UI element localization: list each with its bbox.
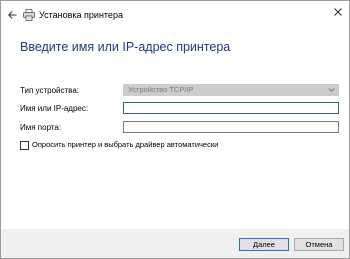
hostname-input[interactable] [123, 102, 339, 114]
footer-bar: Далее Отмена [1, 229, 349, 258]
back-arrow-icon [7, 11, 16, 19]
chevron-down-icon [328, 88, 335, 92]
page-heading: Введите имя или IP-адрес принтера [20, 40, 231, 54]
device-type-label: Тип устройства: [20, 86, 79, 95]
window-title: Установка принтера [39, 10, 123, 20]
close-button[interactable] [331, 5, 345, 19]
close-icon [334, 8, 342, 16]
auto-driver-label: Опросить принтер и выбрать драйвер автом… [32, 140, 219, 149]
port-name-label: Имя порта: [20, 123, 62, 132]
device-type-select[interactable]: Устройство TCP/IP [123, 84, 339, 96]
title-bar: Установка принтера [1, 1, 349, 29]
printer-icon [23, 9, 35, 21]
auto-driver-checkbox[interactable] [20, 140, 29, 150]
cancel-button[interactable]: Отмена [294, 238, 344, 251]
device-type-value: Устройство TCP/IP [128, 85, 194, 94]
hostname-label: Имя или IP-адрес: [20, 104, 89, 113]
port-name-input[interactable] [123, 121, 339, 133]
printer-setup-window: Установка принтера Введите имя или IP-ад… [0, 0, 350, 259]
next-button[interactable]: Далее [239, 238, 289, 251]
auto-driver-checkbox-row[interactable]: Опросить принтер и выбрать драйвер автом… [20, 140, 218, 150]
back-button[interactable] [5, 8, 19, 22]
